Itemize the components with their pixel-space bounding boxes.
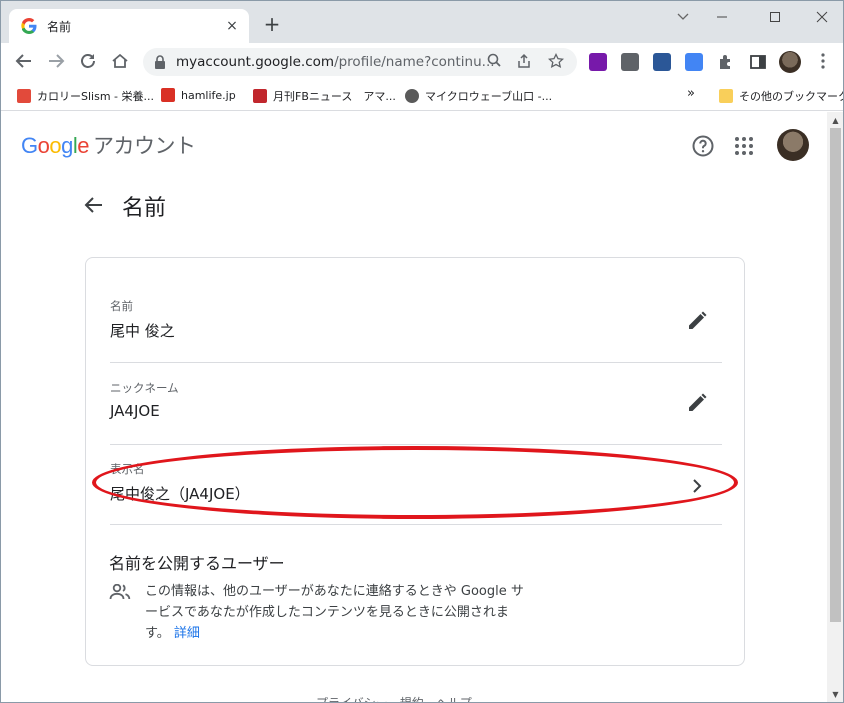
nickname-value: JA4JOE bbox=[110, 402, 160, 420]
minimize-icon[interactable] bbox=[704, 7, 740, 27]
section-title: 名前を公開するユーザー bbox=[109, 554, 285, 573]
scroll-up-arrow-icon[interactable]: ▲ bbox=[831, 116, 840, 125]
nickname-label: ニックネーム bbox=[110, 381, 179, 395]
tab-title: 名前 bbox=[47, 20, 72, 34]
maximize-icon[interactable] bbox=[757, 7, 793, 27]
learn-more-link[interactable]: 詳細 bbox=[174, 626, 200, 641]
back-nav-icon[interactable] bbox=[14, 52, 34, 72]
highlight-ellipse bbox=[92, 446, 738, 519]
description-text: この情報は、他のユーザーがあなたに連絡するときや Google サービスであなた… bbox=[145, 584, 524, 641]
google-favicon-icon bbox=[21, 18, 37, 34]
reload-icon[interactable] bbox=[78, 52, 98, 72]
account-label: アカウント bbox=[93, 135, 196, 158]
bookmark-item[interactable]: カロリーSlism - 栄養... bbox=[17, 88, 154, 104]
account-page: Google アカウント 名前 名前 尾中 俊之 ニックネーム JA4JOE 表… bbox=[1, 112, 827, 702]
page-scrollbar[interactable]: ▲ ▼ bbox=[827, 112, 843, 702]
logo-letter: e bbox=[77, 133, 90, 158]
back-arrow-icon[interactable] bbox=[83, 194, 105, 216]
bookmark-favicon-icon bbox=[253, 89, 267, 103]
bookmark-favicon-icon bbox=[405, 89, 419, 103]
help-icon[interactable] bbox=[691, 134, 715, 158]
bookmark-star-icon[interactable] bbox=[547, 52, 565, 71]
folder-icon bbox=[719, 89, 733, 103]
bookmark-item[interactable]: hamlife.jp bbox=[161, 88, 236, 102]
divider bbox=[110, 362, 722, 363]
edit-pencil-icon[interactable] bbox=[686, 392, 708, 414]
edit-pencil-icon[interactable] bbox=[686, 310, 708, 332]
browser-toolbar: myaccount.google.com/profile/name?contin… bbox=[1, 43, 843, 81]
search-icon[interactable] bbox=[485, 53, 503, 71]
logo-letter: g bbox=[61, 133, 73, 158]
browser-window: 名前 × + myaccount.google.com/profile/name… bbox=[0, 0, 844, 703]
close-window-icon[interactable] bbox=[804, 7, 840, 27]
name-row[interactable]: 名前 尾中 俊之 bbox=[110, 298, 722, 358]
translate-extension-icon[interactable] bbox=[653, 53, 671, 71]
side-panel-icon[interactable] bbox=[749, 53, 767, 71]
forward-nav-icon[interactable] bbox=[46, 52, 66, 72]
extensions-puzzle-icon[interactable] bbox=[717, 53, 735, 71]
bookmarks-overflow-chevron-icon[interactable]: » bbox=[687, 86, 695, 101]
bookmark-favicon-icon bbox=[161, 88, 175, 102]
public-description: この情報は、他のユーザーがあなたに連絡するときや Google サービスであなた… bbox=[145, 581, 525, 644]
onenote-extension-icon[interactable] bbox=[589, 53, 607, 71]
home-icon[interactable] bbox=[110, 52, 130, 72]
scrollbar-thumb[interactable] bbox=[830, 128, 841, 622]
address-bar[interactable]: myaccount.google.com/profile/name?contin… bbox=[143, 48, 577, 76]
share-icon[interactable] bbox=[515, 53, 533, 71]
url-path: /profile/name?continu... bbox=[334, 54, 495, 70]
tab-strip: 名前 × + bbox=[1, 1, 843, 43]
footer-links[interactable]: プライバシー 規約 ヘルプ bbox=[316, 694, 472, 702]
logo-letter: o bbox=[37, 133, 50, 158]
new-tab-button[interactable]: + bbox=[261, 13, 283, 35]
name-value: 尾中 俊之 bbox=[110, 322, 175, 340]
nickname-row[interactable]: ニックネーム JA4JOE bbox=[110, 380, 722, 440]
other-bookmarks-folder[interactable]: その他のブックマーク bbox=[719, 88, 843, 104]
page-title: 名前 bbox=[122, 196, 167, 221]
url-text[interactable]: myaccount.google.com/profile/name?contin… bbox=[176, 54, 495, 70]
account-avatar[interactable] bbox=[777, 129, 809, 161]
google-account-logo[interactable]: Google アカウント bbox=[21, 130, 196, 160]
url-host: myaccount.google.com bbox=[176, 54, 335, 70]
extension-icon[interactable] bbox=[621, 53, 639, 71]
tab-search-chevron-icon[interactable] bbox=[665, 7, 701, 27]
people-icon bbox=[109, 584, 131, 600]
logo-letter: G bbox=[21, 133, 38, 158]
bookmark-item[interactable]: マイクロウェーブ山口 -... bbox=[405, 88, 552, 104]
tab-close-icon[interactable]: × bbox=[223, 17, 241, 35]
divider bbox=[110, 444, 722, 445]
bookmark-item[interactable]: 月刊FBニュース アマ... bbox=[253, 88, 396, 104]
bookmarks-bar: カロリーSlism - 栄養... hamlife.jp 月刊FBニュース アマ… bbox=[1, 81, 843, 111]
google-translate-icon[interactable] bbox=[685, 53, 703, 71]
profile-avatar[interactable] bbox=[779, 51, 801, 73]
lock-icon[interactable] bbox=[154, 55, 166, 69]
logo-letter: o bbox=[49, 133, 62, 158]
tab-active[interactable]: 名前 × bbox=[9, 9, 249, 43]
menu-kebab-icon[interactable] bbox=[813, 52, 833, 72]
apps-grid-icon[interactable] bbox=[734, 136, 754, 156]
bookmark-favicon-icon bbox=[17, 89, 31, 103]
scroll-down-arrow-icon[interactable]: ▼ bbox=[831, 690, 840, 699]
divider bbox=[110, 524, 722, 525]
name-label: 名前 bbox=[110, 299, 133, 313]
